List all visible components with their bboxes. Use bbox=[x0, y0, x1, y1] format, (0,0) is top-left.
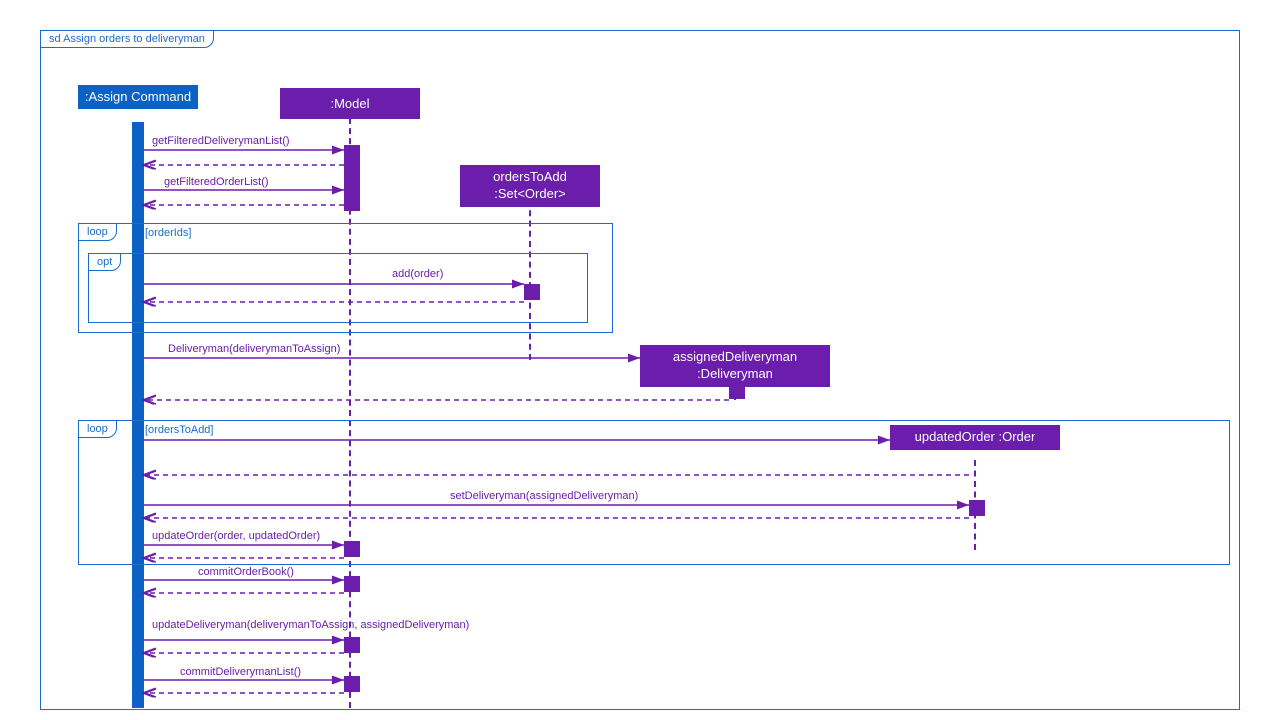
msg-updatedeliveryman: updateDeliveryman(deliverymanToAssign, a… bbox=[152, 619, 469, 631]
lifeline-assign-command: :Assign Command bbox=[78, 85, 198, 109]
msg-setdeliveryman: setDeliveryman(assignedDeliveryman) bbox=[450, 490, 638, 502]
guard-orderstoadd: [ordersToAdd] bbox=[145, 424, 213, 436]
fragment-loop-label: loop bbox=[78, 223, 117, 241]
fragment-loop-orderstoadd: loop bbox=[78, 420, 1230, 565]
activation-deliveryman bbox=[729, 383, 745, 399]
sd-frame-title: sd Assign orders to deliveryman bbox=[40, 30, 214, 48]
lifeline-model: :Model bbox=[280, 88, 420, 119]
fragment-loop2-label: loop bbox=[78, 420, 117, 438]
activation-model-4 bbox=[344, 637, 360, 653]
activation-model-1 bbox=[344, 145, 360, 211]
msg-getfilteredorderlist: getFilteredOrderList() bbox=[164, 176, 269, 188]
msg-deliveryman-create: Deliveryman(deliverymanToAssign) bbox=[168, 343, 340, 355]
fragment-opt: opt bbox=[88, 253, 588, 323]
msg-updateorder: updateOrder(order, updatedOrder) bbox=[152, 530, 320, 542]
fragment-opt-label: opt bbox=[88, 253, 121, 271]
activation-assign bbox=[132, 122, 144, 708]
msg-commitdeliverymanlist: commitDeliverymanList() bbox=[180, 666, 301, 678]
activation-model-5 bbox=[344, 676, 360, 692]
msg-commitorderbook: commitOrderBook() bbox=[198, 566, 294, 578]
guard-orderids: [orderIds] bbox=[145, 227, 191, 239]
msg-getfiltereddeliverymanlist: getFilteredDeliverymanList() bbox=[152, 135, 290, 147]
sequence-diagram: sd Assign orders to deliveryman :Assign … bbox=[0, 0, 1280, 720]
activation-model-3 bbox=[344, 576, 360, 592]
msg-add-order: add(order) bbox=[392, 268, 443, 280]
